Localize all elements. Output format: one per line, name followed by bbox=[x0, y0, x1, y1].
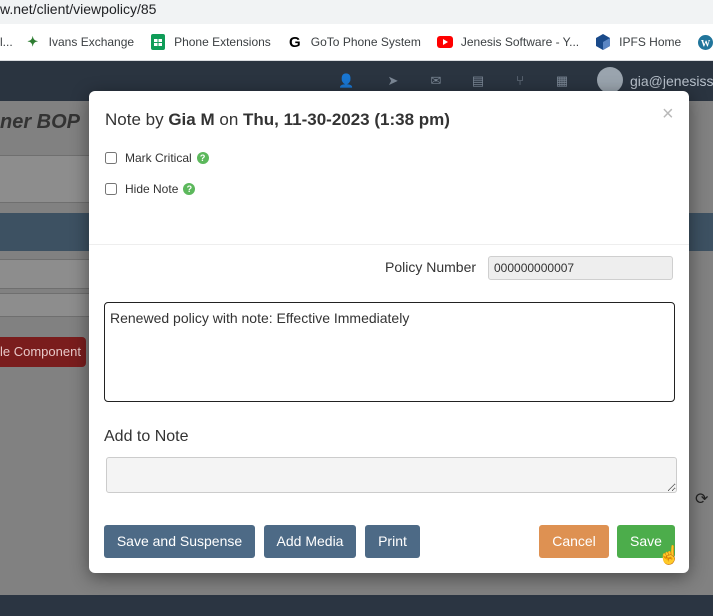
title-prefix: Note by bbox=[105, 110, 164, 129]
bookmark-phone-extensions[interactable]: Phone Extensions bbox=[150, 34, 271, 50]
note-author: Gia M bbox=[168, 110, 215, 129]
bookmark-ivans-exchange[interactable]: ✦ Ivans Exchange bbox=[25, 34, 134, 50]
bookmarks-bar: l... ✦ Ivans Exchange Phone Extensions G… bbox=[0, 24, 713, 61]
bookmark-item[interactable]: l... bbox=[0, 35, 13, 49]
mark-critical-row[interactable]: Mark Critical ? bbox=[105, 151, 209, 165]
calendar-icon[interactable]: ▦ bbox=[554, 73, 570, 89]
policy-number-label: Policy Number bbox=[385, 259, 477, 275]
bookmark-goto-phone-system[interactable]: G GoTo Phone System bbox=[287, 33, 421, 51]
component-button[interactable]: le Component bbox=[0, 337, 86, 367]
add-to-note-label: Add to Note bbox=[104, 428, 189, 445]
background-panel bbox=[0, 259, 93, 289]
background-footer bbox=[0, 595, 713, 616]
title-on: on bbox=[219, 110, 239, 129]
note-date: Thu, 11-30-2023 (1:38 pm) bbox=[243, 110, 450, 129]
sheets-icon bbox=[150, 34, 166, 50]
close-icon[interactable]: × bbox=[662, 104, 674, 124]
browser-url-bar[interactable]: w.net/client/viewpolicy/85 bbox=[0, 0, 713, 24]
mail-icon[interactable]: ✉ bbox=[428, 73, 444, 89]
background-section-header-right bbox=[688, 213, 713, 251]
goto-icon: G bbox=[288, 33, 301, 51]
bookmark-wordpress[interactable]: W Ca bbox=[697, 34, 713, 50]
user-email: gia@jenesiss bbox=[630, 73, 713, 89]
bookmark-ipfs-home[interactable]: IPFS Home bbox=[595, 34, 681, 50]
add-to-note-textarea[interactable] bbox=[106, 457, 677, 493]
add-media-button[interactable]: Add Media bbox=[264, 525, 356, 558]
url-text: w.net/client/viewpolicy/85 bbox=[0, 1, 157, 17]
svg-text:W: W bbox=[700, 39, 710, 49]
hide-note-row[interactable]: Hide Note ? bbox=[105, 182, 196, 196]
mark-critical-checkbox[interactable] bbox=[105, 152, 117, 164]
cube-icon bbox=[595, 34, 611, 50]
avatar[interactable] bbox=[597, 67, 623, 93]
fork-knife-icon[interactable]: ⑂ bbox=[512, 73, 528, 89]
bookmark-label: GoTo Phone System bbox=[310, 35, 421, 49]
help-icon[interactable]: ? bbox=[183, 183, 196, 195]
note-modal: Note by Gia M on Thu, 11-30-2023 (1:38 p… bbox=[89, 91, 689, 573]
bookmark-label: Jenesis Software - Y... bbox=[460, 35, 580, 49]
refresh-icon[interactable]: ⟳ bbox=[695, 489, 708, 509]
youtube-icon bbox=[436, 34, 453, 50]
cancel-button[interactable]: Cancel bbox=[539, 525, 609, 558]
note-text-box[interactable]: Renewed policy with note: Effective Imme… bbox=[104, 302, 675, 402]
print-button[interactable]: Print bbox=[365, 525, 420, 558]
bookmark-jenesis-software[interactable]: Jenesis Software - Y... bbox=[436, 34, 580, 50]
policy-number-field[interactable] bbox=[488, 256, 673, 280]
bookmark-label: l... bbox=[0, 35, 13, 49]
save-and-suspense-button[interactable]: Save and Suspense bbox=[104, 525, 255, 558]
mark-critical-label: Mark Critical bbox=[125, 151, 192, 165]
bookmark-label: IPFS Home bbox=[619, 35, 682, 49]
pointer-cursor-icon: ☝ bbox=[658, 545, 681, 565]
background-panel bbox=[0, 293, 93, 317]
hide-note-checkbox[interactable] bbox=[105, 183, 117, 195]
background-panel bbox=[0, 155, 93, 203]
hide-note-label: Hide Note bbox=[125, 182, 179, 196]
bookmark-label: Phone Extensions bbox=[174, 35, 271, 49]
modal-title: Note by Gia M on Thu, 11-30-2023 (1:38 p… bbox=[105, 110, 450, 130]
add-user-icon[interactable]: 👤 bbox=[338, 73, 354, 89]
help-icon[interactable]: ? bbox=[196, 152, 209, 164]
star-icon: ✦ bbox=[27, 34, 39, 49]
divider bbox=[89, 244, 689, 245]
send-icon[interactable]: ➤ bbox=[385, 73, 401, 89]
bookmark-label: Ivans Exchange bbox=[48, 35, 135, 49]
pdf-icon[interactable]: ▤ bbox=[470, 73, 486, 89]
background-section-header bbox=[0, 213, 95, 251]
page-title: ner BOP bbox=[0, 111, 81, 133]
wordpress-icon: W bbox=[697, 34, 713, 50]
